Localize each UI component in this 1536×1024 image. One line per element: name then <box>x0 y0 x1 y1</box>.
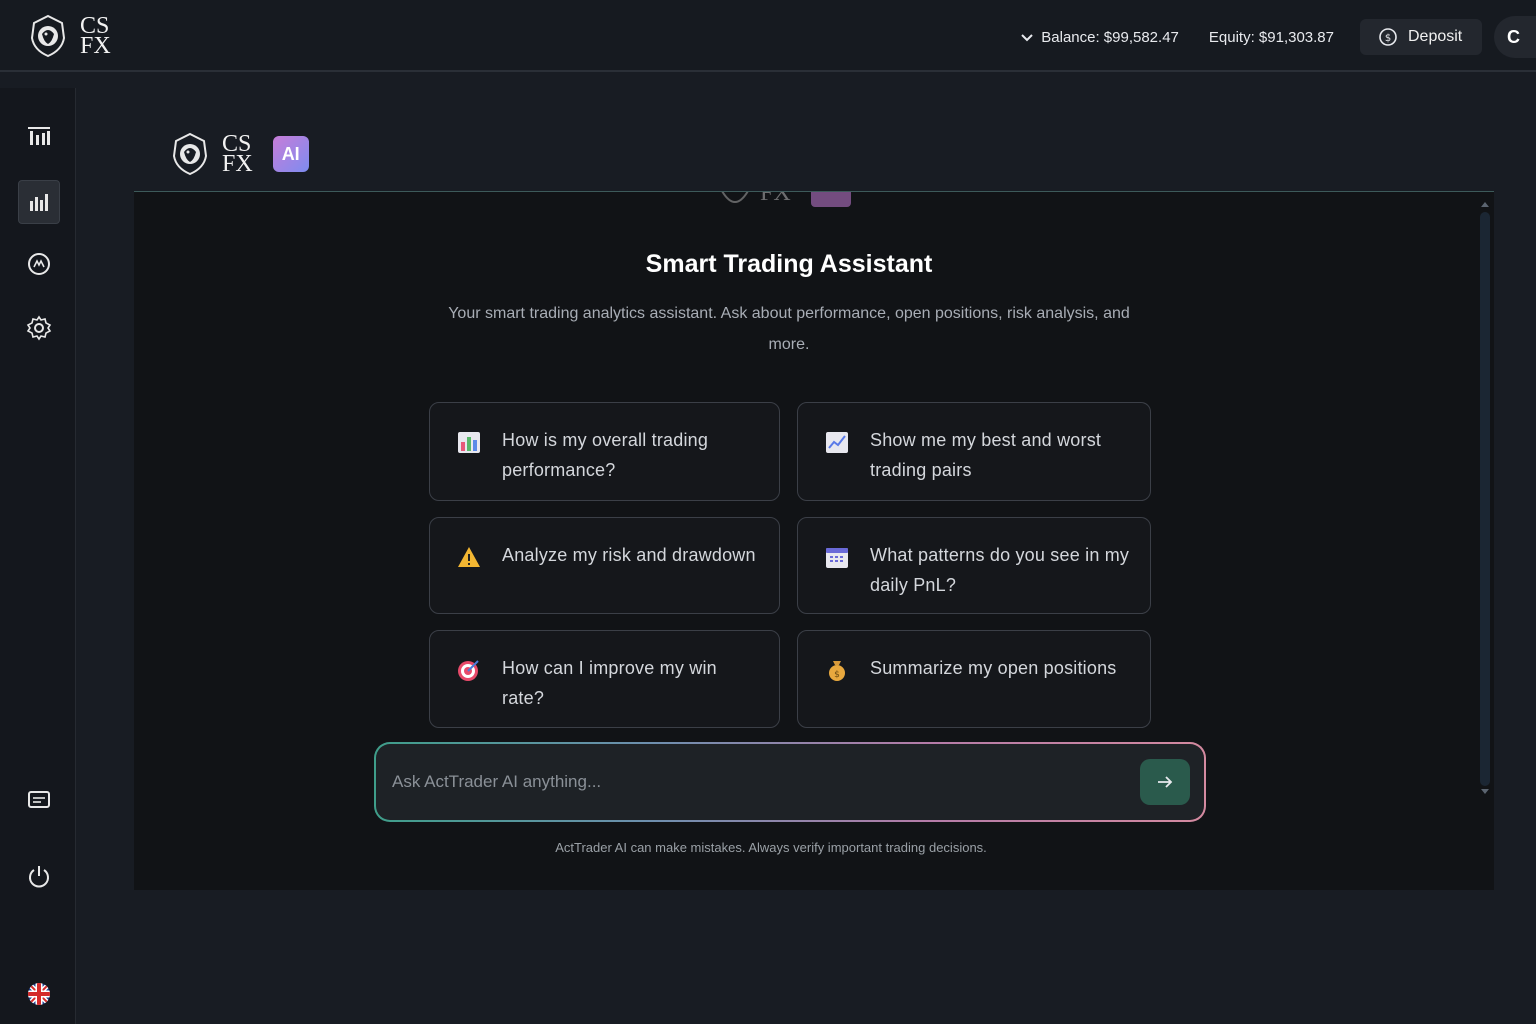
scrolled-logo-remnant: FX <box>720 192 851 207</box>
lion-crest-icon <box>721 192 749 203</box>
suggestion-text: Analyze my risk and drawdown <box>502 545 756 565</box>
chat-input[interactable] <box>392 772 1140 792</box>
suggestion-card-pairs[interactable]: Show me my best and worst trading pairs <box>797 402 1151 501</box>
warning-emoji-icon <box>458 547 480 567</box>
suggestion-card-performance[interactable]: How is my overall trading performance? <box>429 402 780 501</box>
assistant-panel: FX Smart Trading Assistant Your smart tr… <box>134 192 1494 890</box>
suggestion-text: How can I improve my win rate? <box>502 658 717 708</box>
suggestion-text: How is my overall trading performance? <box>502 430 709 480</box>
sidebar-item-dashboard[interactable] <box>18 114 60 158</box>
gear-icon <box>26 315 52 341</box>
brand-logo[interactable]: CS FX <box>28 14 111 58</box>
scrollbar[interactable] <box>1480 212 1490 786</box>
ai-disclaimer: ActTrader AI can make mistakes. Always v… <box>555 840 987 855</box>
assistant-brand-logo: CS FX AI <box>170 132 309 176</box>
ghost-ai-badge <box>810 192 851 207</box>
ghost-wordmark: FX <box>760 192 791 206</box>
target-emoji-icon <box>458 660 479 681</box>
user-avatar[interactable]: C <box>1494 16 1536 58</box>
chat-input-container <box>374 742 1206 822</box>
ai-badge: AI <box>272 136 309 172</box>
svg-text:$: $ <box>834 670 840 680</box>
sidebar-item-analytics[interactable] <box>18 180 60 224</box>
gauge-icon <box>28 253 50 275</box>
account-summary: Balance: $99,582.47 Equity: $91,303.87 $… <box>1019 16 1536 58</box>
suggestion-text: Show me my best and worst trading pairs <box>870 430 1102 480</box>
deposit-button[interactable]: $ Deposit <box>1360 19 1482 55</box>
brand-wordmark: CS FX <box>80 14 111 59</box>
bar-chart-emoji-icon <box>458 432 480 453</box>
deposit-icon: $ <box>1379 28 1397 46</box>
balance-value: Balance: $99,582.47 <box>1041 28 1179 46</box>
suggestion-text: Summarize my open positions <box>870 658 1117 678</box>
brand-line2: FX <box>80 33 111 59</box>
scroll-down-arrow[interactable] <box>1481 789 1489 794</box>
arrow-right-icon <box>1158 776 1173 788</box>
equity-value: Equity: $91,303.87 <box>1208 28 1334 46</box>
suggestion-card-win-rate[interactable]: How can I improve my win rate? <box>429 630 780 728</box>
message-icon <box>28 791 50 808</box>
lion-crest-icon <box>172 132 208 176</box>
bars-chart-icon <box>28 127 50 145</box>
sidebar-item-messages[interactable] <box>18 778 60 822</box>
sidebar-item-market[interactable] <box>18 242 60 286</box>
suggestion-card-risk[interactable]: Analyze my risk and drawdown <box>429 517 780 614</box>
trend-up-emoji-icon <box>826 432 848 453</box>
svg-text:$: $ <box>1385 33 1391 44</box>
assistant-subtitle: Your smart trading analytics assistant. … <box>448 305 1130 353</box>
top-bar: CS FX Balance: $99,582.47 Equity: $91,30… <box>0 0 1536 72</box>
chat-input-inner <box>376 744 1204 820</box>
sidebar-item-language[interactable] <box>18 972 60 1016</box>
uk-flag-icon <box>28 983 50 1005</box>
analytics-chart-icon <box>30 194 48 211</box>
chevron-down-icon[interactable] <box>1019 29 1035 45</box>
scroll-up-arrow[interactable] <box>1481 202 1489 207</box>
lion-crest-icon <box>30 14 66 58</box>
assistant-title: Smart Trading Assistant <box>645 250 933 278</box>
money-bag-emoji-icon: $ <box>829 661 845 681</box>
calendar-emoji-icon <box>826 548 848 568</box>
assistant-brand-wordmark: CS FX <box>222 132 253 177</box>
deposit-label: Deposit <box>1408 28 1463 45</box>
assistant-header: CS FX AI <box>134 110 1494 192</box>
sidebar-item-settings[interactable] <box>18 306 60 350</box>
suggestion-text: What patterns do you see in my daily PnL… <box>870 545 1130 595</box>
suggestion-card-open-positions[interactable]: $ Summarize my open positions <box>797 630 1151 728</box>
suggestion-card-daily-pnl[interactable]: What patterns do you see in my daily PnL… <box>797 517 1151 614</box>
sidebar-item-logout[interactable] <box>18 854 60 898</box>
assistant-brand-line2: FX <box>222 151 253 177</box>
sidebar <box>0 88 76 1024</box>
power-icon <box>29 866 49 888</box>
send-button[interactable] <box>1140 759 1190 805</box>
